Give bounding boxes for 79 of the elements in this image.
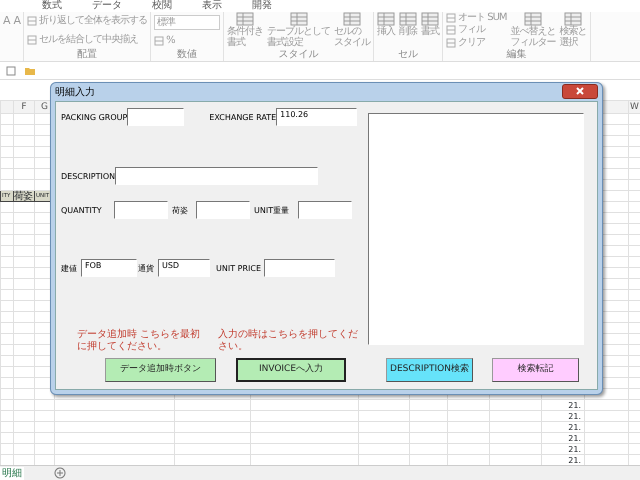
input-field[interactable] (127, 108, 184, 126)
toolbar-button[interactable]: クリア (458, 36, 486, 49)
toolbar-button[interactable]: 削除 (399, 26, 418, 37)
instruction-text: 入力の時はこちらを押してください。 (218, 329, 360, 353)
field-label: 通貨 (138, 263, 155, 275)
folder-icon (24, 66, 36, 76)
input-field[interactable] (115, 167, 318, 185)
sheet-tab[interactable]: 明細 (0, 466, 24, 480)
font-size-button[interactable]: A (14, 12, 20, 30)
group-label: 配置 (77, 49, 98, 60)
group-label: 数値 (177, 49, 198, 60)
ribbon-tab[interactable]: 校閲 (152, 0, 172, 12)
close-button[interactable] (562, 84, 598, 98)
toolbar-button[interactable]: テーブルとして 書式設定 (267, 26, 330, 48)
toolbar-button[interactable]: 書式 (421, 26, 440, 37)
grid-icon (343, 12, 362, 26)
field-label: QUANTITY (61, 205, 103, 217)
toolbar-button[interactable]: セルを結合して中央揃え (39, 34, 138, 46)
close-icon (576, 87, 584, 95)
form-button[interactable]: DESCRIPTION検索 (386, 358, 473, 382)
input-field[interactable] (196, 201, 250, 219)
toolbar-icon (446, 38, 456, 48)
form-button[interactable]: INVOICEへ入力 (236, 358, 346, 382)
toolbar-button[interactable]: % (166, 34, 175, 46)
font-size-button[interactable]: A (3, 12, 10, 30)
table-cell: 21. (542, 444, 584, 454)
input-field[interactable]: USD (158, 259, 210, 277)
field-label: 荷姿 (172, 205, 189, 217)
grid-icon (290, 12, 308, 26)
table-cell: 21. (542, 410, 584, 422)
grid-icon (399, 12, 418, 26)
column-header[interactable]: F (14, 100, 34, 114)
group-label: セル (398, 49, 418, 60)
field-label: 建値 (61, 263, 78, 275)
grid-icon (236, 12, 254, 26)
toolbar-icon (154, 36, 164, 46)
toolbar-icon (27, 16, 38, 26)
input-field[interactable] (298, 201, 352, 219)
toolbar-button[interactable]: オート SUM (458, 12, 507, 24)
input-field[interactable]: FOB (81, 259, 137, 277)
document-icon (6, 66, 16, 76)
instruction-text: データ追加時 こちらを最初に押してください。 (77, 329, 202, 353)
table-cell: 21. (542, 400, 584, 410)
toolbar-icon (27, 34, 38, 45)
grid-icon (377, 12, 396, 26)
field-label: PACKING GROUP (61, 112, 128, 124)
ribbon-tab[interactable]: データ (92, 0, 122, 12)
toolbar-icon (446, 13, 456, 24)
field-label: DESCRIPTION (61, 171, 116, 183)
group-label: スタイル (278, 49, 319, 60)
input-field[interactable] (264, 259, 335, 277)
toolbar-button[interactable]: 検索と 選択 (560, 26, 587, 48)
group-label: 編集 (506, 49, 526, 60)
form-button[interactable]: 検索転記 (492, 358, 579, 382)
window-title: 明細入力 (55, 86, 95, 100)
table-cell: 21. (542, 432, 584, 444)
ribbon-tab[interactable]: 開発 (252, 0, 272, 12)
toolbar-button[interactable]: 挿入 (377, 26, 396, 37)
input-field[interactable]: 110.26 (276, 108, 358, 126)
ribbon-tab[interactable]: 数式 (42, 0, 62, 12)
toolbar-button[interactable]: 条件付き 書式 (227, 26, 264, 48)
grid-icon (421, 12, 440, 26)
toolbar-button[interactable]: 並べ替えと フィルター (510, 26, 556, 48)
toolbar-button[interactable]: セルの スタイル (334, 26, 370, 48)
grid-icon (564, 12, 582, 26)
column-header[interactable]: W (628, 100, 640, 114)
field-label: UNIT重量 (254, 205, 290, 217)
ribbon-tab[interactable]: 表示 (202, 0, 222, 12)
add-sheet-icon (54, 467, 66, 479)
field-label: EXCHANGE RATE (209, 112, 276, 124)
number-format-dropdown[interactable]: 標準 (154, 14, 220, 30)
toolbar-icon (446, 25, 456, 36)
field-label: UNIT PRICE (216, 263, 262, 275)
input-field[interactable] (114, 201, 168, 219)
grid-icon (524, 12, 542, 26)
form-button[interactable]: データ追加時ボタン (105, 358, 216, 382)
toolbar-button[interactable]: フィル (458, 24, 486, 36)
table-cell: 21. (542, 422, 584, 432)
toolbar-button[interactable]: 折り返して全体を表示する (39, 15, 148, 28)
